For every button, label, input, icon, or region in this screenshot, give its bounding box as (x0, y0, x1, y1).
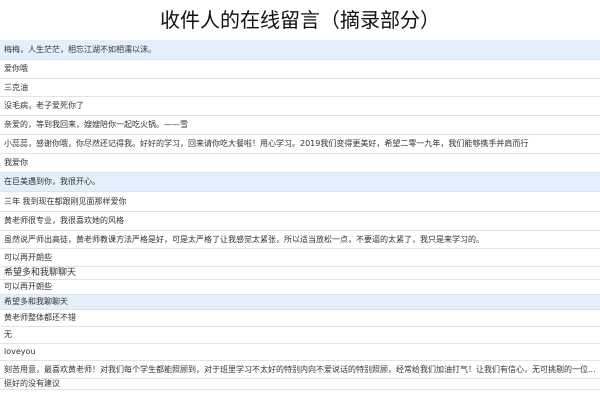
message-item: loveyou (0, 344, 600, 361)
message-item: 可以再开朗些 (0, 280, 600, 295)
message-item: 亲爱的，等到我回来，嫂嫂陪你一起吃火锅。——雪 (0, 116, 600, 135)
message-item: 梅梅，人生茫茫，相忘江湖不如相濡以沫。 (0, 40, 600, 60)
message-list: 梅梅，人生茫茫，相忘江湖不如相濡以沫。 爱你哦 三克油 没毛病，老子爱死你了 亲爱的，等… (0, 40, 600, 390)
message-item: 刻苦用意，最喜欢黄老师！对我们每个学生都能照顾到，对于班里学习不太好的特别内向不… (0, 361, 600, 379)
message-item: 黄老师很专业，我很喜欢她的风格 (0, 212, 600, 231)
message-item: 三年 我到现在都跟刚见面那样爱你 (0, 192, 600, 212)
message-item: 我爱你 (0, 154, 600, 173)
message-item: 希望多和我聊聊天 (0, 295, 600, 310)
message-item: 没毛病，老子爱死你了 (0, 97, 600, 116)
message-item: 黄老师整体都还不错 (0, 310, 600, 327)
page-title: 收件人的在线留言（摘录部分） (160, 8, 440, 32)
message-item: 在巨美遇到你，我很开心。 (0, 173, 600, 192)
message-item: 无 (0, 327, 600, 344)
message-item: 虽然说严师出高徒，黄老师教课方法严格是好，可是太严格了让我感觉太紧张，所以适当放… (0, 231, 600, 249)
message-item: 爱你哦 (0, 60, 600, 79)
message-item: 可以再开朗些 (0, 249, 600, 267)
message-item: 三克油 (0, 79, 600, 97)
message-item: 希望多和我聊聊天 (0, 267, 600, 280)
message-item: 小蕊蕊，感谢你哦，你尽然还记得我。好好的学习，回来请你吃大餐啦！用心学习。201… (0, 135, 600, 154)
message-item: 挺好的没有建议 (0, 379, 600, 390)
